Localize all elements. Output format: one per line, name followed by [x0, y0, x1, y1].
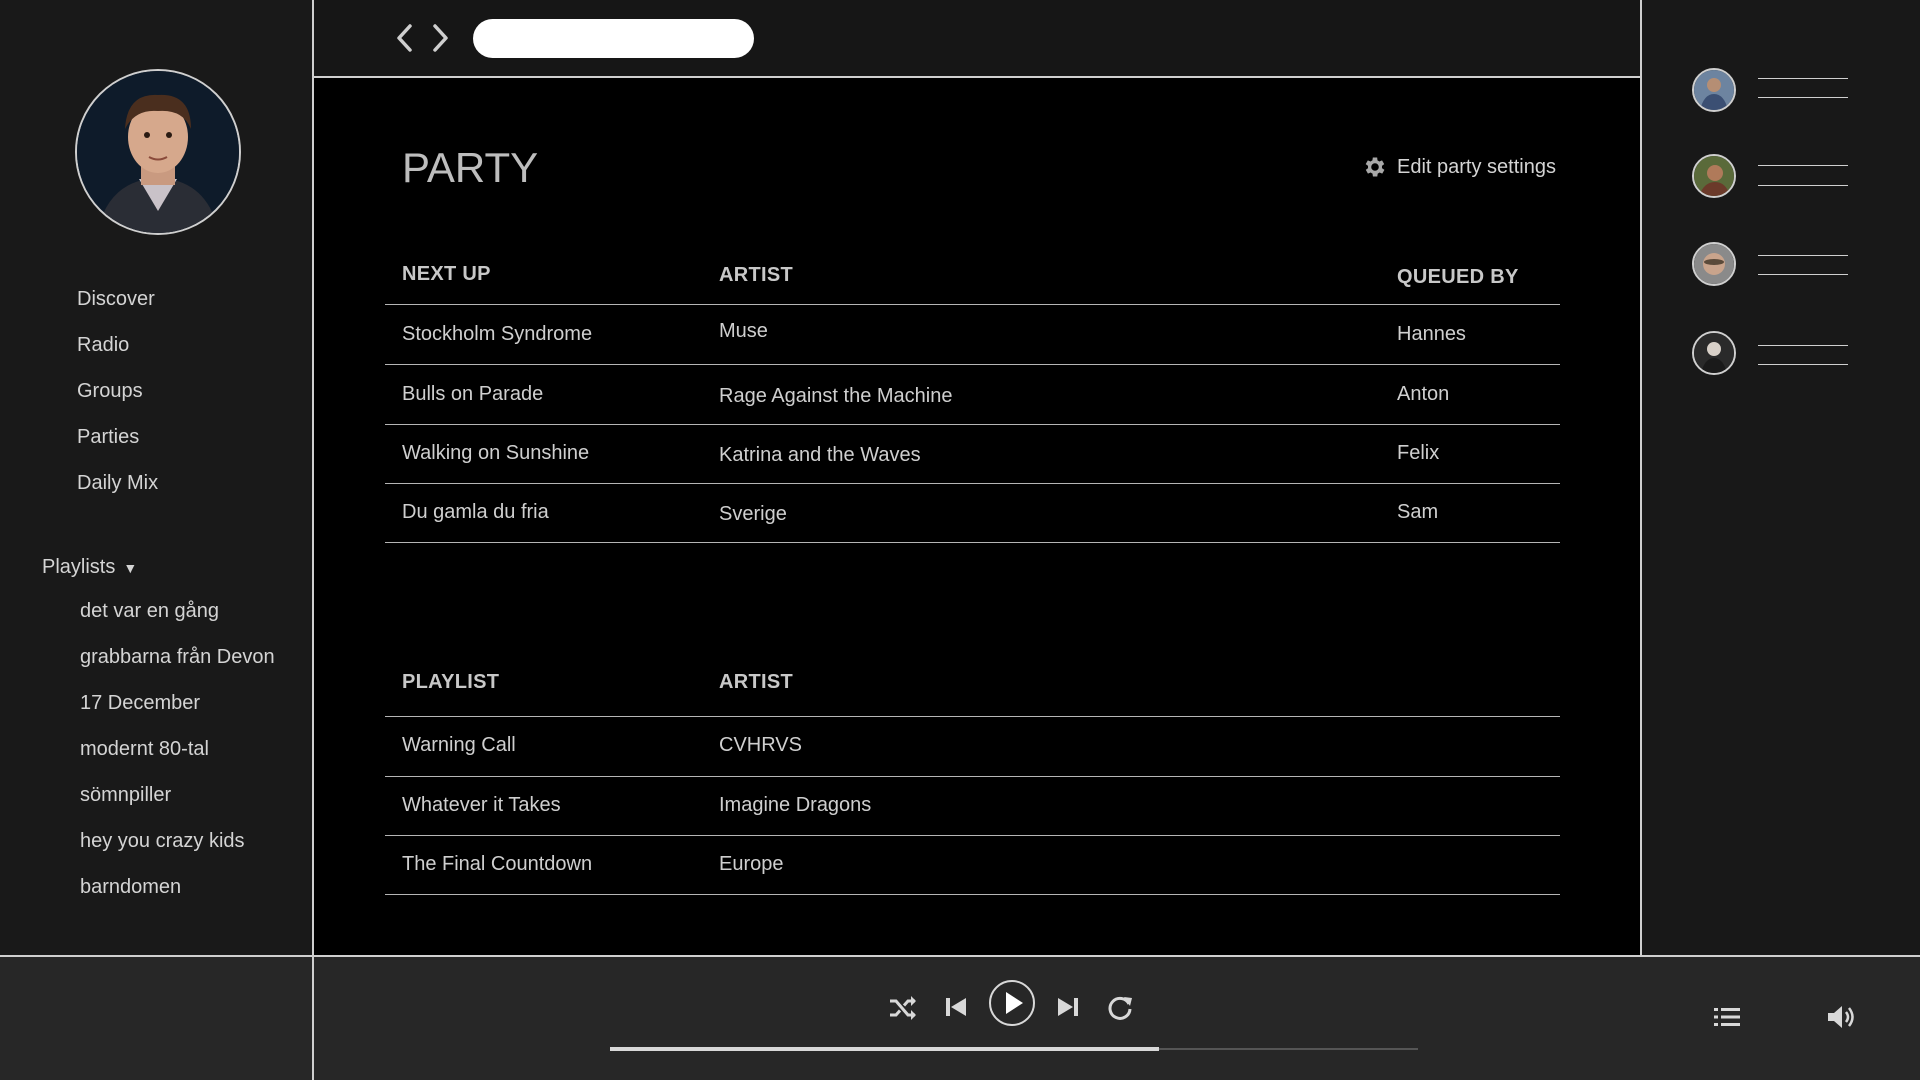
queue-row[interactable]: Stockholm Syndrome Muse Hannes	[385, 304, 1560, 365]
friend-avatar[interactable]	[1692, 242, 1736, 286]
page-title: PARTY	[402, 144, 539, 191]
top-bar	[314, 0, 1642, 78]
friend-name-line	[1758, 345, 1848, 346]
main-content: PARTY Edit party settings NEXT UP ARTIST…	[314, 78, 1642, 955]
playlist-track: Whatever it Takes	[402, 794, 561, 816]
volume-icon[interactable]	[1825, 1002, 1855, 1032]
sidebar-playlist-item[interactable]: modernt 80-tal	[80, 738, 209, 761]
playlist-track: The Final Countdown	[402, 853, 593, 875]
queue-row[interactable]: Du gamla du fria Sverige Sam	[385, 483, 1560, 543]
queue-header-queued-by: QUEUED BY	[1397, 266, 1519, 288]
sidebar-playlist-item[interactable]: grabbarna från Devon	[80, 646, 275, 669]
queue-row[interactable]: Bulls on Parade Rage Against the Machine…	[385, 365, 1560, 425]
user-avatar-image	[77, 71, 239, 233]
gear-icon	[1365, 157, 1385, 177]
friend-status-line	[1758, 185, 1848, 186]
back-arrow-icon[interactable]	[391, 20, 417, 56]
playlist-artist: CVHRVS	[719, 734, 802, 756]
sidebar-playlist-item[interactable]: det var en gång	[80, 600, 219, 623]
friend-status-line	[1758, 364, 1848, 365]
friends-panel	[1642, 0, 1920, 955]
queue-header-next-up: NEXT UP	[402, 263, 491, 285]
queue-row[interactable]: Walking on Sunshine Katrina and the Wave…	[385, 424, 1560, 484]
shuffle-icon[interactable]	[887, 992, 919, 1024]
playlist-row[interactable]: Whatever it Takes Imagine Dragons	[385, 776, 1560, 836]
playlist-header-playlist: PLAYLIST	[402, 671, 500, 693]
friend-avatar-image	[1694, 333, 1734, 373]
friend-name-line	[1758, 255, 1848, 256]
playlist-row[interactable]: The Final Countdown Europe	[385, 835, 1560, 895]
progress-bar[interactable]	[610, 1047, 1418, 1051]
sidebar-playlist-item[interactable]: hey you crazy kids	[80, 830, 245, 853]
forward-arrow-icon[interactable]	[428, 20, 454, 56]
play-button[interactable]	[989, 980, 1035, 1026]
nav-radio[interactable]: Radio	[77, 334, 129, 357]
caret-down-icon: ▼	[123, 560, 138, 576]
player-left-panel	[0, 957, 314, 1080]
playlist-header-artist: ARTIST	[719, 671, 794, 693]
friend-avatar-image	[1694, 244, 1734, 284]
sidebar-playlist-item[interactable]: barndomen	[80, 876, 181, 899]
playlist-artist: Imagine Dragons	[719, 794, 872, 816]
friend-avatar[interactable]	[1692, 154, 1736, 198]
search-input[interactable]	[473, 19, 754, 58]
nav-parties[interactable]: Parties	[77, 426, 139, 449]
sidebar: Discover Radio Groups Parties Daily Mix …	[0, 0, 314, 955]
queue-track: Stockholm Syndrome	[402, 323, 593, 345]
queue-queued-by: Anton	[1397, 383, 1450, 405]
queue-queued-by: Sam	[1397, 501, 1439, 523]
friend-avatar-image	[1694, 156, 1734, 196]
queue-track: Bulls on Parade	[402, 383, 544, 405]
queue-artist: Muse	[719, 320, 768, 342]
queue-list-icon[interactable]	[1713, 1005, 1741, 1029]
friend-status-line	[1758, 274, 1848, 275]
friend-avatar[interactable]	[1692, 68, 1736, 112]
sidebar-playlist-item[interactable]: 17 December	[80, 692, 200, 715]
playlist-track: Warning Call	[402, 734, 516, 756]
queue-artist: Sverige	[719, 503, 787, 525]
queue-track: Du gamla du fria	[402, 501, 549, 523]
player-bar	[0, 955, 1920, 1080]
edit-party-settings-label: Edit party settings	[1397, 155, 1556, 178]
friend-status-line	[1758, 97, 1848, 98]
nav-groups[interactable]: Groups	[77, 380, 143, 403]
playlists-toggle[interactable]: Playlists ▼	[42, 556, 137, 579]
nav-discover[interactable]: Discover	[77, 288, 155, 311]
friend-avatar[interactable]	[1692, 331, 1736, 375]
queue-track: Walking on Sunshine	[402, 442, 590, 464]
queue-header-artist: ARTIST	[719, 264, 794, 286]
playlists-label: Playlists	[42, 556, 116, 578]
queue-queued-by: Felix	[1397, 442, 1440, 464]
play-icon	[1006, 992, 1023, 1014]
nav-daily-mix[interactable]: Daily Mix	[77, 472, 158, 495]
friend-avatar-image	[1694, 70, 1734, 110]
sidebar-playlist-item[interactable]: sömnpiller	[80, 784, 171, 807]
queue-artist: Katrina and the Waves	[719, 444, 921, 466]
playlist-artist: Europe	[719, 853, 784, 875]
queue-artist: Rage Against the Machine	[719, 385, 953, 407]
queue-queued-by: Hannes	[1397, 323, 1466, 345]
playlist-row[interactable]: Warning Call CVHRVS	[385, 716, 1560, 777]
user-avatar[interactable]	[75, 69, 241, 235]
next-track-icon[interactable]	[1055, 994, 1081, 1020]
progress-fill	[610, 1047, 1160, 1051]
previous-track-icon[interactable]	[943, 994, 969, 1020]
friend-name-line	[1758, 165, 1848, 166]
edit-party-settings-button[interactable]: Edit party settings	[1362, 154, 1556, 180]
friend-name-line	[1758, 78, 1848, 79]
repeat-icon[interactable]	[1105, 992, 1135, 1022]
